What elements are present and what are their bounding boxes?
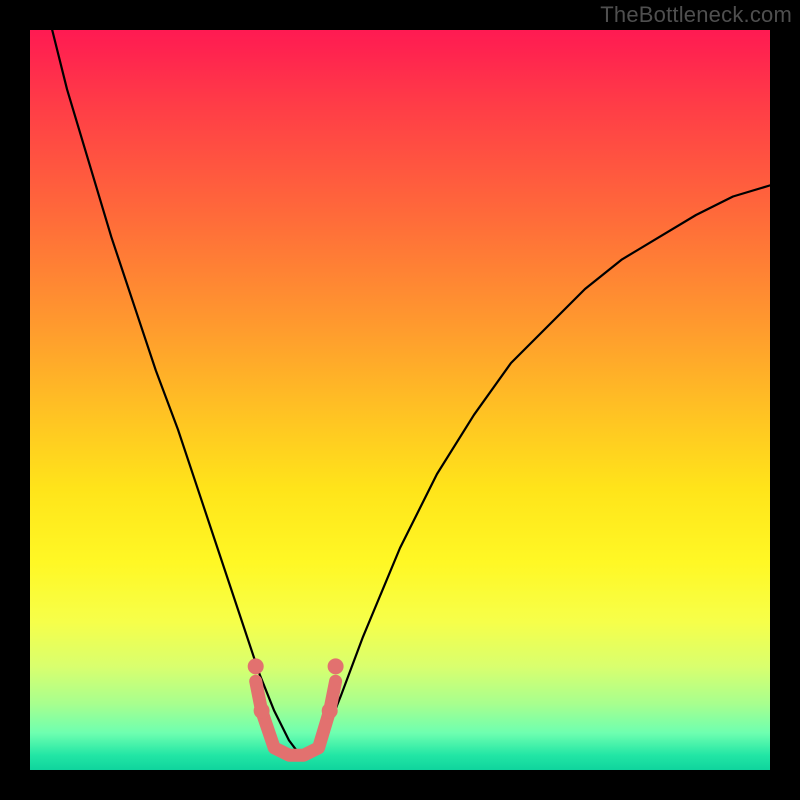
notch-dot [328,658,344,674]
notch-markers [248,658,344,755]
notch-dot [322,703,338,719]
plot-frame [30,30,770,770]
chart-svg [30,30,770,770]
notch-dot [248,658,264,674]
watermark-text: TheBottleneck.com [600,2,792,28]
notch-dot [254,703,270,719]
bottleneck-curve [52,30,770,755]
